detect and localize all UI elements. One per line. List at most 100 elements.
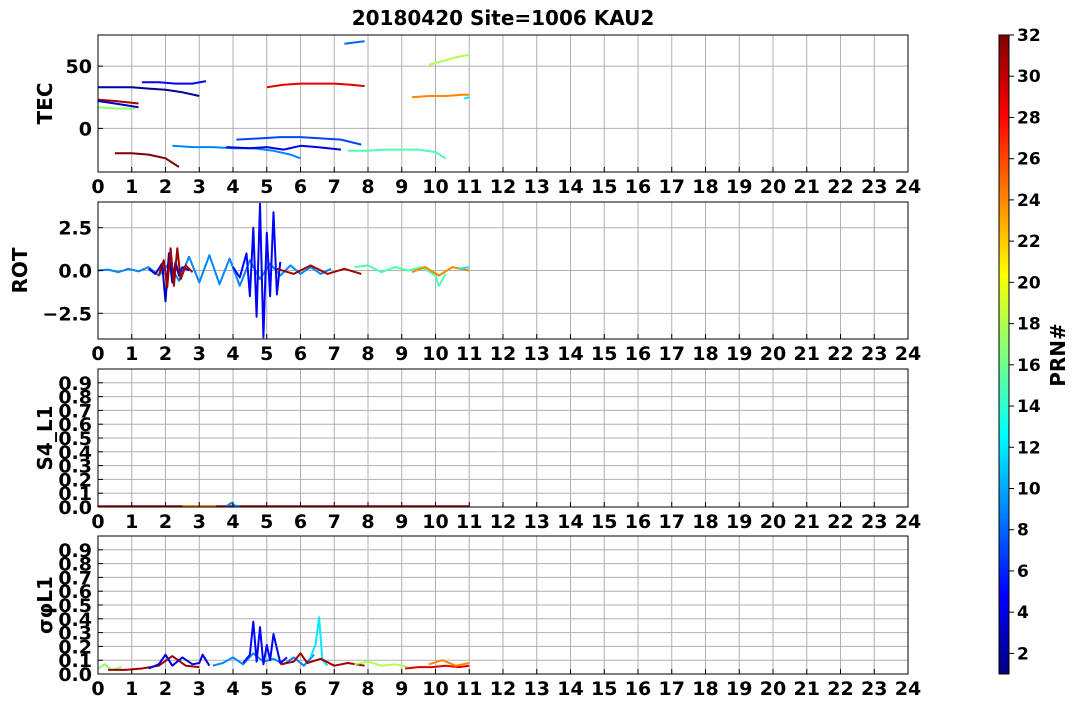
x-tick-label: 15: [591, 678, 617, 700]
x-tick-label: 9: [395, 343, 408, 365]
series-prn-29: [266, 82, 365, 89]
series-prn-8: [344, 40, 365, 45]
colorbar-tick-label: 8: [1017, 521, 1029, 541]
x-tick-label: 20: [760, 343, 786, 365]
x-tick-label: 3: [193, 511, 206, 533]
colorbar-tick-label: 28: [1017, 108, 1041, 128]
x-tick-label: 7: [328, 511, 341, 533]
x-tick-label: 14: [557, 511, 583, 533]
series-group: [98, 40, 470, 168]
y-tick-label: 0.9: [58, 373, 92, 395]
x-tick-label: 16: [625, 176, 651, 198]
x-tick-label: 10: [422, 511, 448, 533]
x-tick-label: 1: [125, 343, 138, 365]
y-tick-label: 50: [66, 56, 92, 78]
colorbar-tick-label: 14: [1017, 397, 1041, 417]
x-tick-label: 4: [226, 511, 239, 533]
x-tick-label: 22: [827, 176, 853, 198]
series-group: [98, 501, 470, 507]
x-tick-label: 24: [895, 343, 921, 365]
colorbar-tick-label: 26: [1017, 150, 1041, 170]
x-tick-label: 12: [490, 343, 516, 365]
x-tick-label: 1: [125, 678, 138, 700]
x-tick-label: 15: [591, 176, 617, 198]
x-tick-label: 19: [726, 678, 752, 700]
y-tick-label: 0.9: [58, 540, 92, 562]
x-tick-label: 2: [159, 343, 172, 365]
panel-2: 0 1 2 3 4 5 6 7 8 9 10 11 12 13 14 15 16 17 18 19 20 21 22 23 24…: [8, 201, 921, 365]
x-tick-label: 15: [591, 511, 617, 533]
x-tick-label: 18: [692, 511, 718, 533]
x-tick-label: 11: [456, 511, 482, 533]
x-tick-label: 23: [861, 511, 887, 533]
y-axis-label: σφL1: [33, 576, 57, 634]
x-tick-label: 19: [726, 343, 752, 365]
x-tick-label: 11: [456, 176, 482, 198]
x-tick-label: 17: [659, 678, 685, 700]
x-tick-label: 18: [692, 176, 718, 198]
colorbar-tick-label: 30: [1017, 67, 1041, 87]
y-tick-label: 0.0: [58, 261, 92, 283]
series-prn-5: [141, 80, 207, 85]
x-tick-label: 17: [659, 343, 685, 365]
series-prn-24: [411, 93, 470, 99]
x-tick-label: 12: [490, 678, 516, 700]
y-tick-label: 0: [79, 118, 92, 140]
x-tick-label: 6: [294, 176, 307, 198]
x-tick-label: 8: [361, 176, 374, 198]
x-tick-label: 16: [625, 511, 651, 533]
series-prn-32: [114, 152, 180, 168]
colorbar-tick-label: 2: [1017, 644, 1029, 664]
x-tick-label: 3: [193, 343, 206, 365]
y-tick-label: 2.5: [58, 218, 92, 240]
series-prn-9: [98, 254, 332, 287]
x-tick-label: 16: [625, 343, 651, 365]
series-group: [98, 616, 470, 671]
x-tick-label: 10: [422, 343, 448, 365]
x-tick-label: 7: [328, 176, 341, 198]
x-tick-label: 19: [726, 511, 752, 533]
x-tick-label: 0: [91, 343, 104, 365]
colorbar-tick-label: 4: [1017, 603, 1029, 623]
x-tick-label: 13: [524, 511, 550, 533]
series-prn-29: [404, 664, 470, 670]
x-tick-label: 23: [861, 678, 887, 700]
x-tick-label: 14: [557, 343, 583, 365]
x-tick-label: 22: [827, 511, 853, 533]
x-tick-label: 5: [260, 678, 273, 700]
x-tick-label: 18: [692, 678, 718, 700]
x-tick-label: 12: [490, 176, 516, 198]
x-tick-label: 24: [895, 511, 921, 533]
x-tick-label: 2: [159, 176, 172, 198]
x-tick-label: 6: [294, 678, 307, 700]
x-tick-label: 8: [361, 678, 374, 700]
x-tick-label: 8: [361, 343, 374, 365]
series-prn-24: [428, 659, 470, 667]
x-tick-label: 9: [395, 176, 408, 198]
series-prn-2: [98, 86, 200, 97]
colorbar-tick-label: 12: [1017, 438, 1041, 458]
figure: 20180420 Site=1006 KAU2 0 1 2 3 4 5 6 7 8 9 10 11 12…: [8, 6, 1070, 700]
x-tick-label: 23: [861, 343, 887, 365]
series-group: [98, 202, 470, 339]
x-tick-label: 1: [125, 176, 138, 198]
x-tick-label: 19: [726, 176, 752, 198]
x-tick-label: 4: [226, 343, 239, 365]
series-prn-7: [236, 136, 362, 146]
colorbar-tick-label: 22: [1017, 232, 1041, 252]
panel-1: 0 1 2 3 4 5 6 7 8 9 10 11 12 13 14 15 16 17 18 19 20 21 22 23 24…: [33, 34, 921, 198]
x-tick-label: 6: [294, 343, 307, 365]
panel-3: 0 1 2 3 4 5 6 7 8 9 10 11 12 13 14 15 16 17 18 19 20 21 22 23 24…: [33, 368, 921, 533]
y-axis-label: ROT: [8, 247, 32, 293]
series-prn-17: [98, 106, 136, 110]
x-tick-label: 13: [524, 343, 550, 365]
x-tick-label: 14: [557, 678, 583, 700]
x-tick-label: 17: [659, 176, 685, 198]
x-tick-label: 23: [861, 176, 887, 198]
x-tick-label: 8: [361, 511, 374, 533]
colorbar-tick-label: 6: [1017, 562, 1029, 582]
x-tick-label: 3: [193, 678, 206, 700]
y-tick-label: −2.5: [42, 303, 92, 325]
x-tick-label: 4: [226, 176, 239, 198]
x-tick-label: 7: [328, 678, 341, 700]
